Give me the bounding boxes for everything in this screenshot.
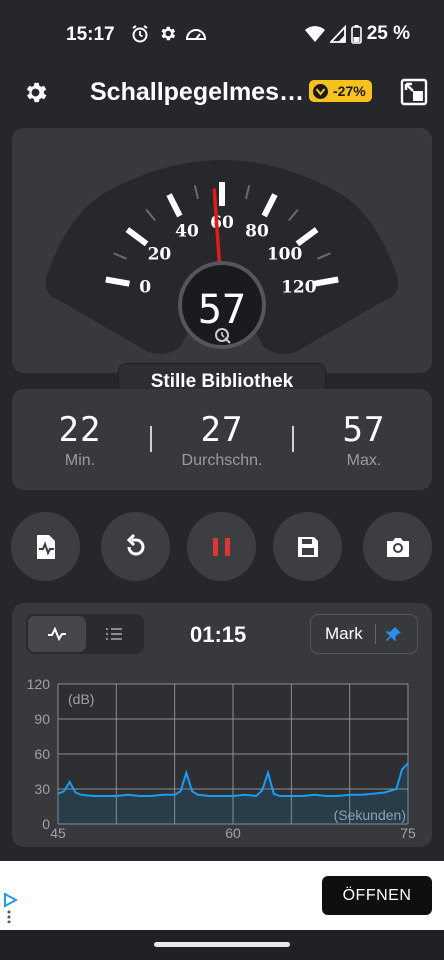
waveform-icon [48, 627, 66, 641]
data-point [290, 795, 292, 797]
y-tick-label: 90 [34, 711, 50, 727]
mark-button[interactable]: Mark [310, 614, 418, 654]
x-tick-label: 75 [400, 825, 416, 841]
stat-max: 57 Max. [334, 410, 394, 470]
data-point [349, 794, 351, 796]
pause-icon [212, 537, 230, 556]
chart-view-tab[interactable] [28, 616, 86, 652]
data-point [92, 795, 94, 797]
data-point [69, 781, 71, 783]
gauge-major-tick [105, 276, 130, 287]
gauge-tick-label: 40 [175, 221, 199, 241]
data-point [63, 790, 65, 792]
data-point [197, 794, 199, 796]
data-point [80, 794, 82, 796]
gauge-major-tick [314, 276, 339, 287]
data-point [325, 795, 327, 797]
data-point [162, 794, 164, 796]
save-button[interactable] [273, 512, 342, 581]
gauge-tick-label: 0 [139, 277, 151, 297]
data-point [127, 794, 129, 796]
data-point [220, 795, 222, 797]
data-point [261, 789, 263, 791]
max-value: 57 [342, 410, 386, 450]
save-icon [297, 536, 318, 557]
stat-divider [292, 426, 294, 452]
list-icon [106, 628, 122, 640]
reset-button[interactable] [101, 512, 170, 581]
data-point [179, 790, 182, 792]
data-point [74, 791, 77, 794]
x-tick-label: 45 [50, 825, 66, 841]
view-toggle [26, 614, 144, 654]
data-point [314, 794, 316, 796]
average-label: Durchschn. [181, 452, 263, 469]
data-point [384, 791, 386, 794]
gauge-tick-label: 120 [281, 277, 317, 297]
pause-button[interactable] [187, 512, 256, 581]
gauge-tick-label: 100 [267, 244, 303, 264]
data-point [337, 795, 339, 797]
stat-average: 27 Durchschn. [172, 410, 272, 470]
report-icon [36, 534, 55, 559]
home-gesture-pill[interactable] [154, 942, 290, 947]
ad-choices-icon[interactable] [4, 893, 18, 923]
data-point [279, 795, 281, 797]
data-point [273, 793, 275, 795]
data-point [57, 793, 59, 795]
data-point [174, 794, 176, 796]
level-chart: 120906030045 60 75(dB)(Sekunden) [27, 676, 416, 841]
data-point [267, 772, 269, 774]
data-point [185, 772, 187, 774]
data-point [115, 795, 117, 797]
y-tick-label: 120 [27, 676, 51, 692]
data-point [150, 795, 152, 797]
gauge-tick-label: 20 [148, 244, 172, 264]
camera-button[interactable] [363, 512, 432, 581]
data-point [401, 768, 403, 770]
report-button[interactable] [11, 512, 80, 581]
data-point [302, 795, 304, 797]
min-value: 22 [58, 410, 102, 450]
ad-open-button[interactable]: ÖFFNEN [322, 876, 432, 915]
pin-icon [385, 627, 401, 641]
data-point [407, 762, 409, 764]
min-label: Min. [64, 452, 96, 469]
mark-label: Mark [325, 624, 363, 643]
stat-min: 22 Min. [50, 410, 110, 470]
data-point [191, 790, 193, 792]
data-point [372, 793, 374, 795]
gauge-tick-label: 80 [245, 221, 269, 241]
y-tick-label: 0 [42, 816, 50, 832]
average-value: 27 [200, 410, 244, 450]
y-unit-label: (dB) [68, 691, 94, 707]
max-label: Max. [346, 452, 382, 469]
data-point [104, 795, 106, 797]
refresh-icon [126, 533, 144, 555]
data-point [232, 795, 234, 797]
list-view-tab[interactable] [86, 616, 142, 652]
data-point [395, 788, 397, 790]
camera-icon [386, 537, 409, 557]
sound-gauge: 0 2040 60 80 100 120 57 [45, 160, 399, 354]
gauge-value: 57 [198, 287, 246, 333]
data-point [244, 794, 246, 796]
elapsed-timer: 01:15 [190, 622, 247, 647]
stat-divider [150, 426, 152, 452]
x-tick-label: 60 [225, 825, 241, 841]
data-point [209, 795, 211, 797]
data-point [255, 795, 257, 797]
y-tick-label: 30 [34, 781, 50, 797]
data-point [360, 794, 362, 796]
nav-bar [0, 930, 444, 960]
data-point [139, 795, 141, 797]
gauge-tick-label: 60 [210, 213, 234, 233]
y-tick-label: 60 [34, 746, 50, 762]
